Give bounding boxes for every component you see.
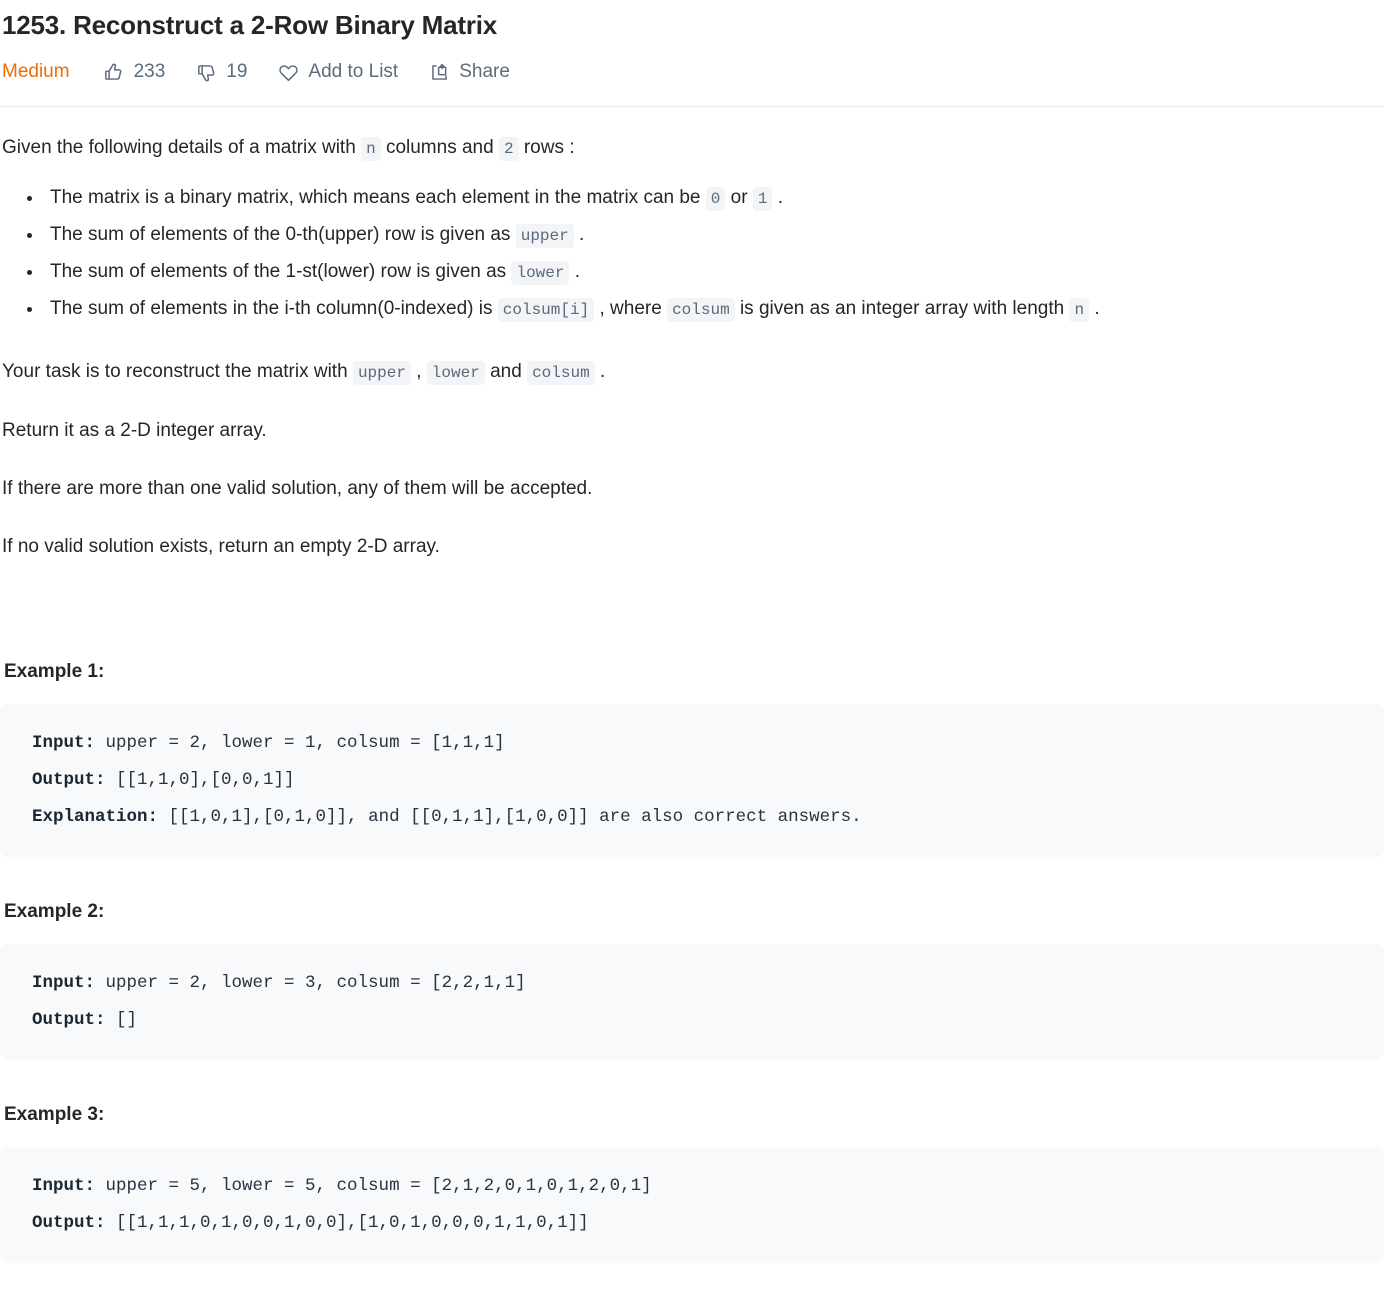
intro-text-1: Given the following details of a matrix … [2, 137, 356, 158]
list-item: The sum of elements of the 0-th(upper) r… [27, 217, 1382, 254]
problem-meta-row: Medium 233 19 Add to List Share [0, 42, 1384, 88]
task-text-2: , [416, 361, 422, 382]
input-label: Input: [32, 1176, 96, 1196]
output-value: [[1,1,0],[0,0,1]] [105, 770, 295, 790]
share-label: Share [459, 61, 510, 82]
inline-code-one: 1 [752, 187, 773, 211]
inline-code-n-length: n [1069, 298, 1090, 322]
add-to-list-label: Add to List [308, 61, 399, 82]
bullet-text-3: . [777, 187, 784, 208]
heart-icon [277, 61, 299, 83]
problem-description: Given the following details of a matrix … [0, 134, 1384, 1263]
problem-page: 1253. Reconstruct a 2-Row Binary Matrix … [0, 0, 1384, 1263]
thumbs-up-icon [103, 61, 125, 83]
list-item: The sum of elements in the i-th column(0… [27, 291, 1382, 328]
bullet-text-2: or [730, 187, 748, 208]
output-value: [[1,1,1,0,1,0,0,1,0,0],[1,0,1,0,0,0,1,1,… [105, 1213, 589, 1233]
inline-code-lower: lower [511, 261, 570, 285]
inline-code-colsum: colsum [667, 298, 735, 322]
list-item: The sum of elements of the 1-st(lower) r… [27, 254, 1382, 291]
return-paragraph: Return it as a 2-D integer array. [2, 420, 267, 441]
task-text-4: . [599, 361, 606, 382]
header-divider [0, 106, 1384, 107]
dislike-count: 19 [226, 61, 248, 82]
intro-text-2: columns and [385, 137, 494, 158]
like-count: 233 [133, 61, 166, 82]
task-text-3: and [490, 361, 522, 382]
example-2-heading: Example 2: [4, 901, 105, 922]
no-solution-paragraph: If no valid solution exists, return an e… [2, 536, 440, 557]
explanation-label: Explanation: [32, 807, 159, 827]
inline-code-colsum: colsum [527, 361, 595, 385]
example-3-heading: Example 3: [4, 1104, 105, 1125]
input-value: upper = 5, lower = 5, colsum = [2,1,2,0,… [95, 1176, 652, 1196]
list-item: The matrix is a binary matrix, which mea… [27, 180, 1382, 217]
example-2-code: Input: upper = 2, lower = 3, colsum = [2… [0, 944, 1384, 1060]
intro-text-3: rows : [523, 137, 575, 158]
explanation-value: [[1,0,1],[0,1,0]], and [[0,1,1],[1,0,0]]… [158, 807, 862, 827]
bullet-text-2: , where [599, 298, 662, 319]
bullet-text-3: is given as an integer array with length [739, 298, 1065, 319]
multiple-solutions-paragraph: If there are more than one valid solutio… [2, 478, 593, 499]
bullet-text-4: . [1094, 298, 1100, 319]
bullet-text-1: The sum of elements of the 0-th(upper) r… [50, 224, 511, 245]
example-1-heading: Example 1: [4, 661, 105, 682]
inline-code-n: n [361, 137, 381, 161]
bullet-text-1: The sum of elements of the 1-st(lower) r… [50, 261, 507, 282]
input-label: Input: [32, 733, 96, 753]
output-value: [] [105, 1010, 138, 1030]
input-label: Input: [32, 973, 96, 993]
input-value: upper = 2, lower = 3, colsum = [2,2,1,1] [95, 973, 526, 993]
inline-code-2: 2 [498, 137, 519, 161]
share-button[interactable]: Share [428, 60, 510, 84]
thumbs-down-icon [195, 61, 217, 83]
bullet-text-1: The sum of elements in the i-th column(0… [50, 298, 493, 319]
inline-code-colsum-i: colsum[i] [497, 298, 595, 322]
inline-code-zero: 0 [705, 187, 726, 211]
inline-code-upper: upper [515, 224, 574, 248]
output-label: Output: [32, 770, 106, 790]
dislike-button[interactable]: 19 [195, 60, 247, 84]
output-label: Output: [32, 1213, 106, 1233]
task-text-1: Your task is to reconstruct the matrix w… [2, 361, 348, 382]
task-paragraph: Your task is to reconstruct the matrix w… [2, 358, 1382, 387]
bullet-text-2: . [574, 261, 581, 282]
intro-paragraph: Given the following details of a matrix … [2, 134, 1382, 163]
bullet-text-1: The matrix is a binary matrix, which mea… [50, 187, 701, 208]
difficulty-badge: Medium [2, 61, 70, 82]
output-label: Output: [32, 1010, 106, 1030]
bullet-text-2: . [579, 224, 585, 245]
share-icon [428, 61, 450, 83]
like-button[interactable]: 233 [103, 60, 166, 84]
input-value: upper = 2, lower = 1, colsum = [1,1,1] [95, 733, 505, 753]
example-3-code: Input: upper = 5, lower = 5, colsum = [2… [0, 1147, 1384, 1263]
details-list: The matrix is a binary matrix, which mea… [2, 180, 1382, 328]
page-title: 1253. Reconstruct a 2-Row Binary Matrix [2, 10, 498, 40]
example-1-code: Input: upper = 2, lower = 1, colsum = [1… [0, 704, 1384, 857]
add-to-list-button[interactable]: Add to List [277, 60, 398, 84]
inline-code-upper: upper [352, 361, 411, 385]
inline-code-lower: lower [426, 361, 485, 385]
